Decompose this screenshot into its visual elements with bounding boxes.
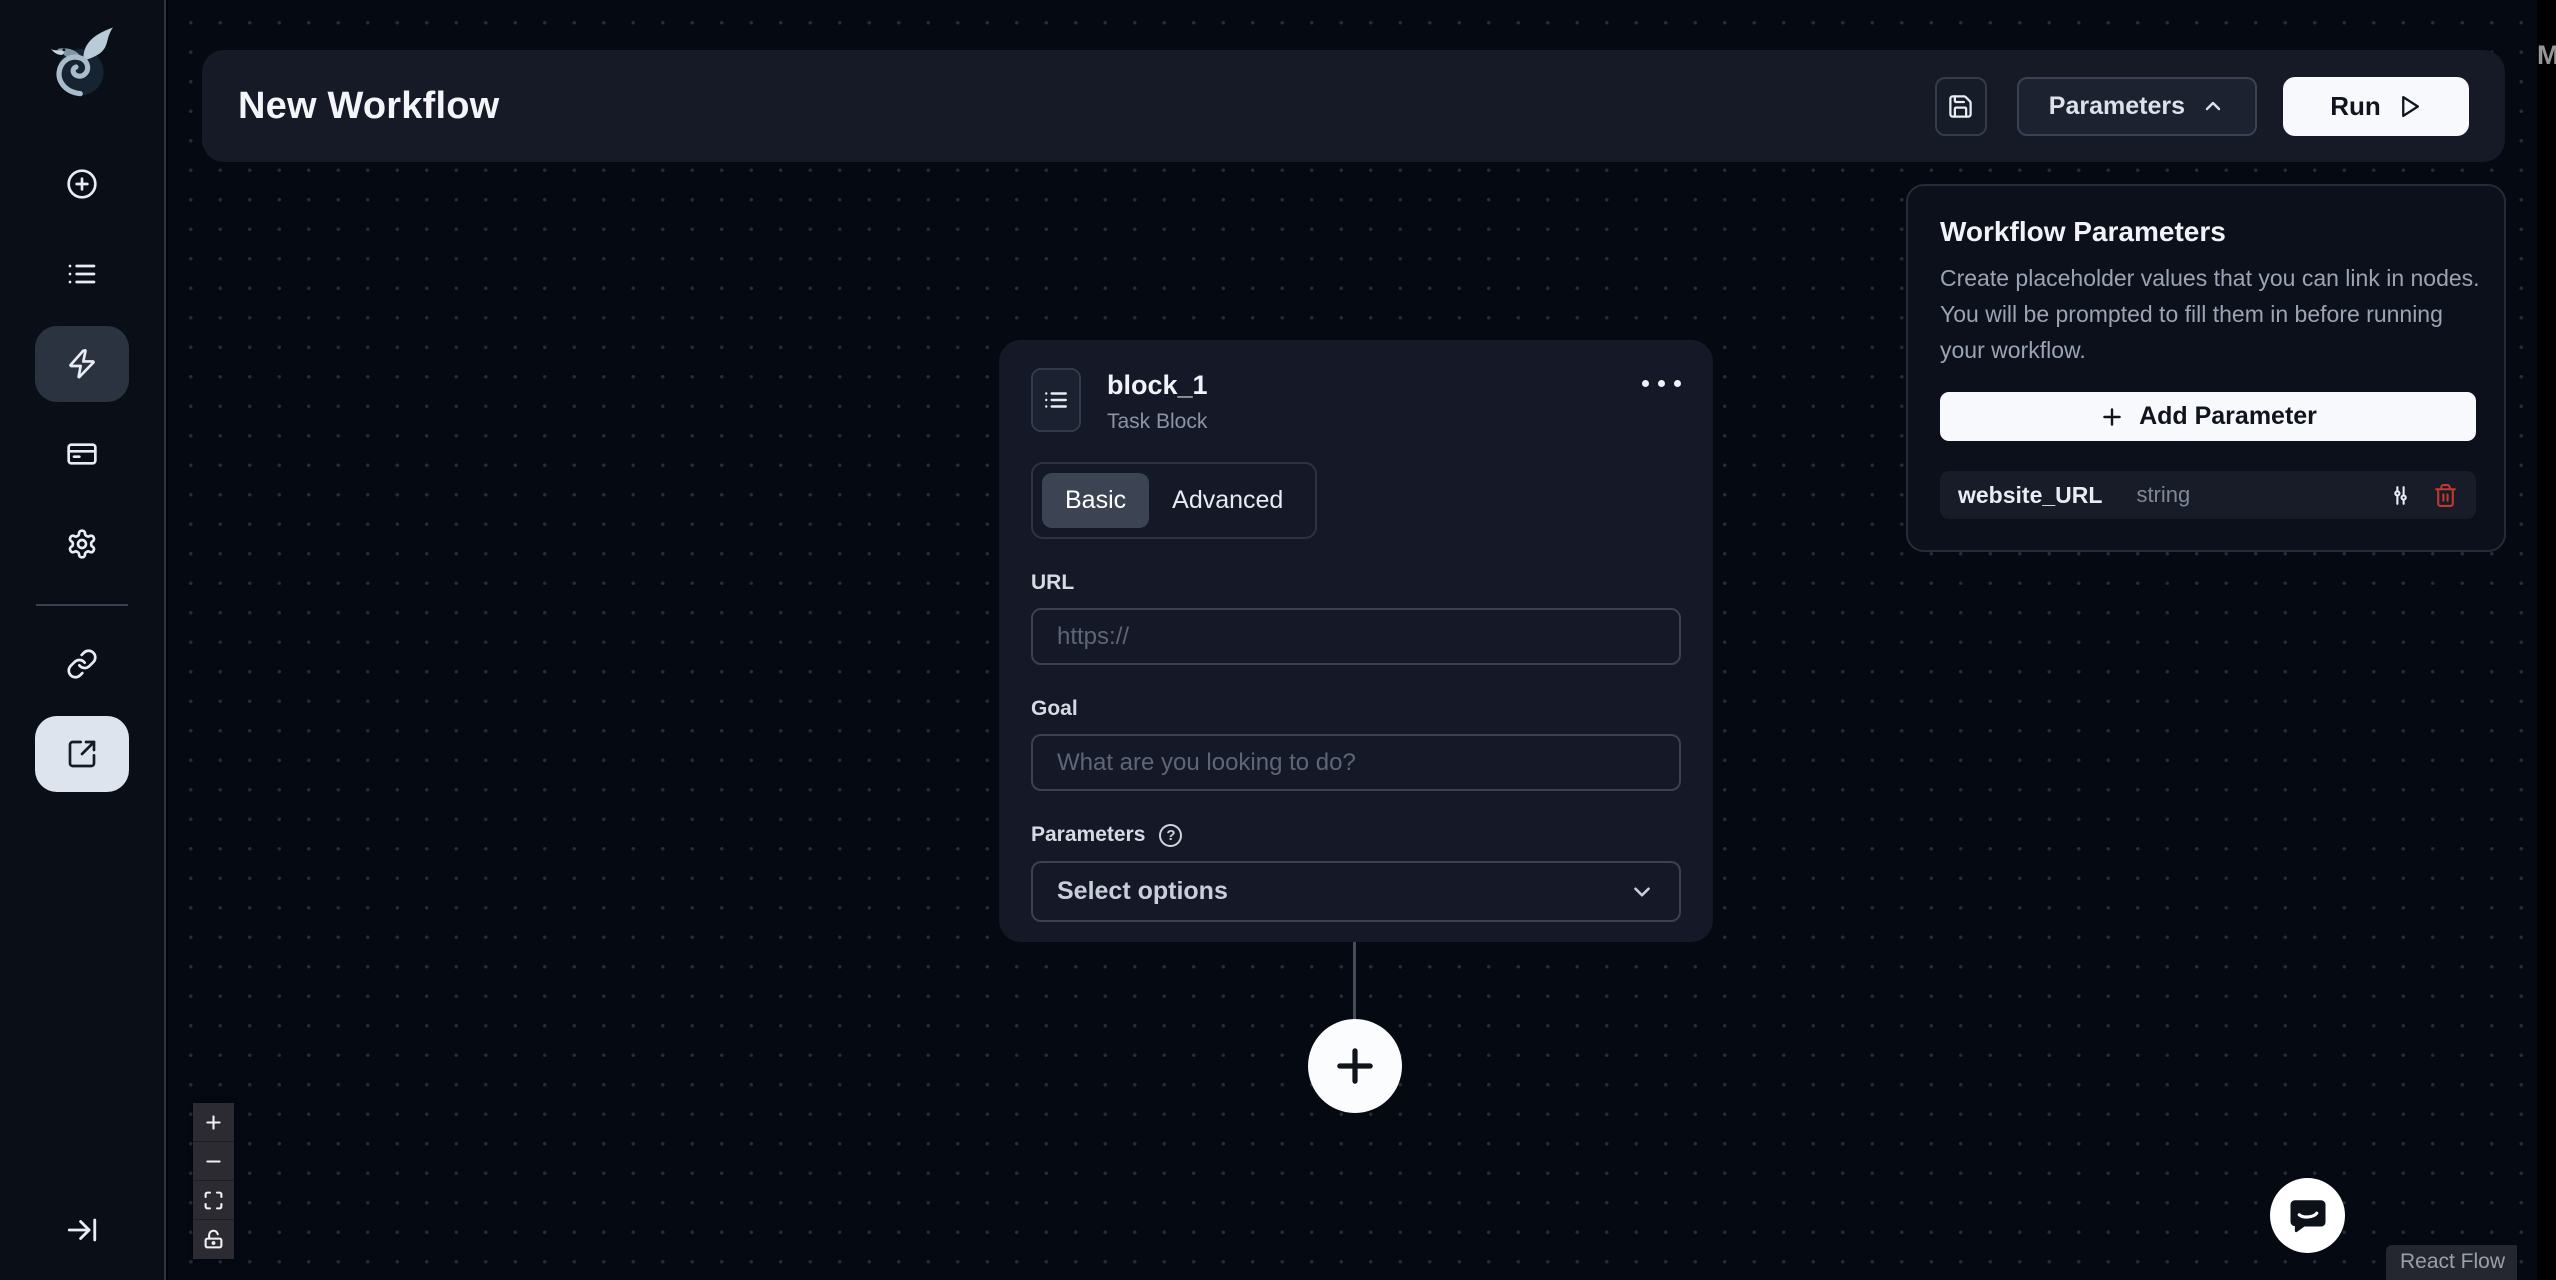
ellipsis-icon bbox=[1642, 380, 1649, 387]
fit-view-button[interactable] bbox=[193, 1181, 234, 1220]
workflow-header-bar: New Workflow Parameters Run bbox=[202, 50, 2505, 162]
sidebar-item-workflows[interactable] bbox=[35, 326, 129, 402]
sidebar-collapse-button[interactable] bbox=[65, 1213, 99, 1252]
zoom-out-button[interactable] bbox=[193, 1142, 234, 1181]
fit-view-icon bbox=[204, 1191, 223, 1209]
parameters-toggle-button[interactable]: Parameters bbox=[2016, 76, 2257, 136]
react-flow-attribution[interactable]: React Flow bbox=[2385, 1245, 2517, 1280]
workflow-canvas[interactable]: New Workflow Parameters Run block_1 Task… bbox=[168, 0, 2537, 1280]
list-icon bbox=[1045, 392, 1067, 408]
block-icon-tile bbox=[1031, 368, 1081, 432]
chat-bubble-icon bbox=[2290, 1199, 2325, 1232]
plus-icon bbox=[1337, 1048, 1373, 1084]
sidebar-nav bbox=[0, 146, 164, 806]
help-icon[interactable]: ? bbox=[1159, 823, 1183, 847]
header-actions: Parameters Run bbox=[1934, 76, 2469, 136]
parameters-select[interactable]: Select options bbox=[1031, 861, 1681, 922]
panel-description: Create placeholder values that you can l… bbox=[1940, 265, 2480, 363]
trash-icon[interactable] bbox=[2433, 483, 2458, 508]
parameter-row[interactable]: website_URL string bbox=[1940, 471, 2476, 519]
minus-icon bbox=[206, 1159, 221, 1163]
unlock-icon bbox=[204, 1229, 223, 1249]
block-header: block_1 Task Block bbox=[1031, 368, 1681, 434]
list-icon bbox=[68, 264, 96, 284]
parameter-type: string bbox=[2136, 482, 2191, 507]
workflow-parameters-panel: Workflow Parameters Create placeholder v… bbox=[1906, 184, 2506, 552]
goal-input[interactable] bbox=[1031, 734, 1681, 791]
play-icon bbox=[2401, 95, 2419, 117]
tab-basic[interactable]: Basic bbox=[1042, 473, 1150, 528]
sliders-icon[interactable] bbox=[2388, 483, 2413, 508]
chevron-down-icon bbox=[1634, 886, 1650, 897]
add-block-node-button[interactable] bbox=[1308, 1019, 1402, 1113]
url-label: URL bbox=[1031, 571, 1075, 594]
block-type: Task Block bbox=[1107, 410, 1208, 433]
sidebar-item-integrations[interactable] bbox=[35, 626, 129, 702]
sidebar-item-runs[interactable] bbox=[35, 236, 129, 312]
url-input[interactable] bbox=[1031, 608, 1681, 665]
block-tabs: Basic Advanced bbox=[1031, 462, 1318, 539]
arrow-right-to-line-icon bbox=[67, 1218, 97, 1242]
parameter-actions bbox=[2388, 483, 2458, 508]
chat-launcher-button[interactable] bbox=[2270, 1178, 2345, 1253]
parameters-button-label: Parameters bbox=[2048, 91, 2185, 120]
external-link-icon bbox=[68, 740, 96, 768]
parameters-label: Parameters ? bbox=[1031, 823, 1681, 847]
canvas-controls bbox=[193, 1103, 234, 1259]
goal-label: Goal bbox=[1031, 697, 1078, 720]
skyvern-dragon-logo bbox=[51, 27, 113, 97]
sidebar-item-create[interactable] bbox=[35, 146, 129, 222]
sidebar bbox=[0, 0, 166, 1280]
tab-advanced[interactable]: Advanced bbox=[1149, 473, 1306, 528]
add-parameter-button[interactable]: Add Parameter bbox=[1940, 392, 2476, 441]
lightning-icon bbox=[69, 349, 95, 379]
edge-connector bbox=[1353, 942, 1356, 1022]
chevron-up-icon bbox=[2205, 101, 2221, 111]
sidebar-divider bbox=[36, 604, 128, 606]
save-icon bbox=[1949, 94, 1973, 118]
block-name: block_1 bbox=[1107, 370, 1208, 400]
run-button-label: Run bbox=[2330, 90, 2381, 121]
lock-button[interactable] bbox=[193, 1220, 234, 1259]
block-titles: block_1 Task Block bbox=[1107, 368, 1208, 434]
credit-card-icon bbox=[67, 443, 97, 465]
gear-icon bbox=[68, 529, 96, 559]
save-button[interactable] bbox=[1934, 76, 1987, 136]
block-menu-button[interactable] bbox=[1642, 368, 1681, 387]
sidebar-item-settings[interactable] bbox=[35, 506, 129, 582]
run-button[interactable]: Run bbox=[2283, 76, 2469, 136]
right-edge-strip: M bbox=[2537, 0, 2556, 1280]
sidebar-item-billing[interactable] bbox=[35, 416, 129, 492]
zoom-in-button[interactable] bbox=[193, 1103, 234, 1142]
link-icon bbox=[67, 649, 97, 679]
select-placeholder: Select options bbox=[1057, 877, 1228, 905]
page-title: New Workflow bbox=[238, 84, 500, 127]
add-parameter-label: Add Parameter bbox=[2139, 402, 2317, 430]
panel-title: Workflow Parameters bbox=[1940, 216, 2226, 247]
sidebar-item-share[interactable] bbox=[35, 716, 129, 792]
parameter-name: website_URL bbox=[1958, 481, 2103, 508]
plus-icon bbox=[2103, 407, 2121, 426]
clipped-text: M bbox=[2537, 40, 2556, 70]
plus-circle-icon bbox=[67, 169, 97, 199]
task-block-node[interactable]: block_1 Task Block Basic Advanced URL Go… bbox=[999, 340, 1713, 942]
plus-icon bbox=[206, 1114, 221, 1130]
